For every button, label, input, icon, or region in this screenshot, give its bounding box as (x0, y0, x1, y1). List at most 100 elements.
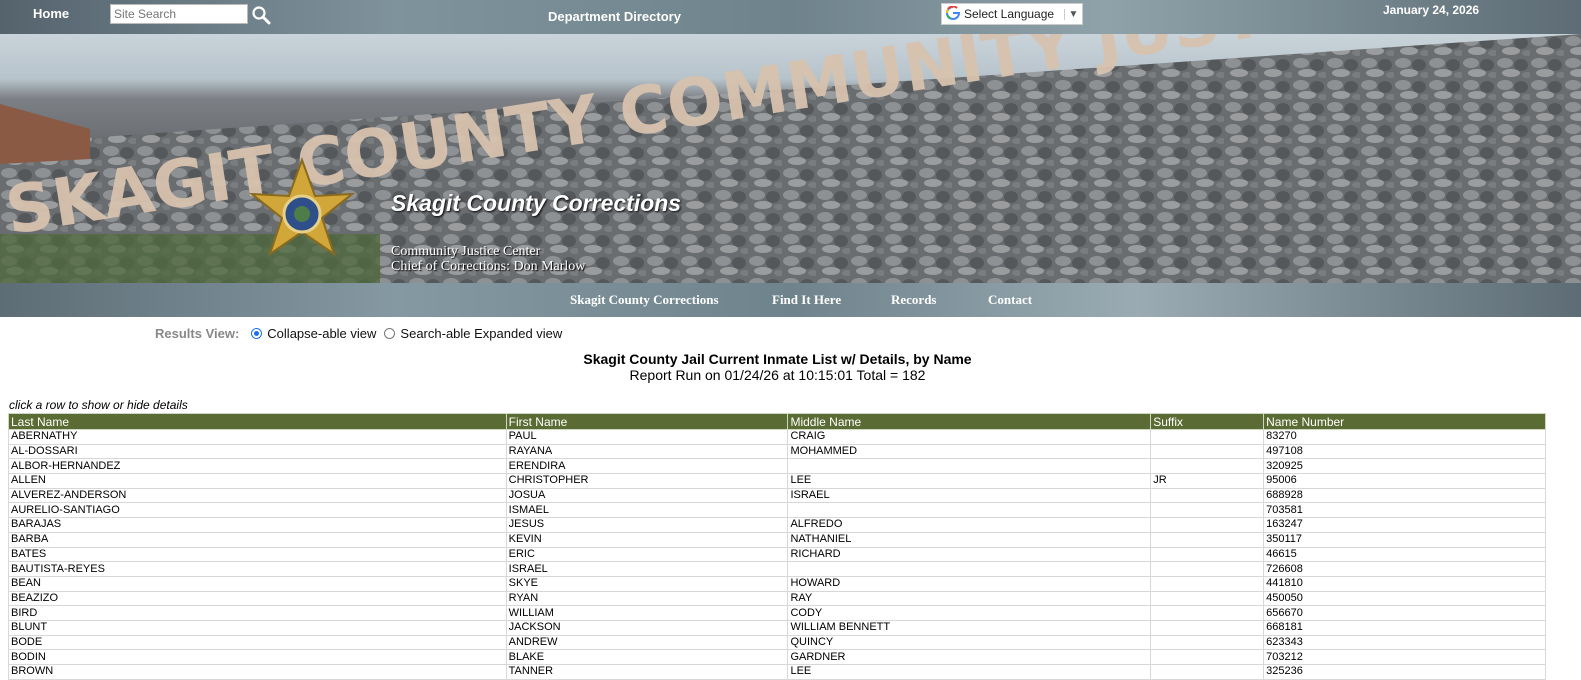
cell-first-name: JESUS (505, 517, 789, 533)
cell-suffix (1150, 502, 1265, 519)
header-middle-name[interactable]: Middle Name (787, 413, 1152, 430)
cell-suffix (1150, 517, 1265, 533)
cell-last-name: BLUNT (8, 619, 507, 636)
cell-last-name: BROWN (8, 664, 507, 680)
cell-suffix (1150, 664, 1265, 680)
table-header-row: Last Name First Name Middle Name Suffix … (8, 413, 1546, 430)
cell-middle-name: CODY (787, 605, 1152, 621)
table-row[interactable]: ALVEREZ-ANDERSON JOSUA ISRAEL 688928 (8, 487, 1546, 504)
table-row[interactable]: ALLEN CHRISTOPHER LEE JR 95006 (8, 473, 1546, 489)
cell-suffix (1150, 605, 1265, 621)
home-link[interactable]: Home (33, 6, 69, 21)
current-date: January 24, 2026 (1383, 3, 1480, 17)
table-row[interactable]: BROWN TANNER LEE 325236 (8, 664, 1546, 680)
language-select-label: Select Language (964, 7, 1055, 21)
table-row[interactable]: BIRD WILLIAM CODY 656670 (8, 605, 1546, 621)
department-directory-link[interactable]: Department Directory (548, 9, 681, 24)
cell-first-name: RYAN (505, 590, 789, 607)
cell-last-name: BARBA (8, 531, 507, 548)
table-row[interactable]: BEAN SKYE HOWARD 441810 (8, 575, 1546, 592)
table-row[interactable]: ABERNATHY PAUL CRAIG 83270 (8, 429, 1546, 445)
radio-unselected-icon[interactable] (384, 328, 396, 339)
banner-subtitle: Community Justice Center Chief of Correc… (391, 244, 585, 274)
header-suffix[interactable]: Suffix (1150, 413, 1265, 430)
results-view-toggle: Results View: Collapse-able view Search-… (155, 326, 570, 341)
cell-last-name: AL-DOSSARI (8, 443, 507, 460)
table-row[interactable]: BODE ANDREW QUINCY 623343 (8, 634, 1546, 651)
cell-middle-name: QUINCY (787, 634, 1152, 651)
table-row[interactable]: BLUNT JACKSON WILLIAM BENNETT 668181 (8, 619, 1546, 636)
cell-suffix (1150, 531, 1265, 548)
justice-center-sign-image: SKAGIT COUNTY COMMUNITY JUSTICE CENTER (0, 34, 1581, 283)
cell-first-name: ANDREW (505, 634, 789, 651)
radio-selected-icon[interactable] (251, 328, 263, 339)
table-row[interactable]: BARAJAS JESUS ALFREDO 163247 (8, 517, 1546, 533)
cell-first-name: PAUL (505, 429, 789, 445)
nav-records[interactable]: Records (891, 292, 937, 308)
cell-last-name: BAUTISTA-REYES (8, 561, 507, 577)
cell-last-name: ALLEN (8, 473, 507, 489)
header-banner: SKAGIT COUNTY COMMUNITY JUSTICE CENTER S… (0, 34, 1581, 283)
collapse-view-radio[interactable]: Collapse-able view (251, 326, 376, 341)
table-row[interactable]: AURELIO-SANTIAGO ISMAEL 703581 (8, 502, 1546, 519)
search-icon[interactable] (251, 5, 271, 25)
main-nav: Skagit County Corrections Find It Here R… (0, 283, 1581, 317)
cell-first-name: JOSUA (505, 487, 789, 504)
cell-middle-name: HOWARD (787, 575, 1152, 592)
table-row[interactable]: BAUTISTA-REYES ISRAEL 726608 (8, 561, 1546, 577)
header-last-name[interactable]: Last Name (8, 413, 507, 430)
top-bar: Home Department Directory Select Languag… (0, 0, 1581, 34)
cell-first-name: TANNER (505, 664, 789, 680)
cell-suffix (1150, 443, 1265, 460)
header-name-number[interactable]: Name Number (1263, 413, 1546, 430)
report-run-info: Report Run on 01/24/26 at 10:15:01 Total… (629, 367, 926, 383)
cell-middle-name (787, 502, 1152, 519)
header-first-name[interactable]: First Name (505, 413, 789, 430)
table-row[interactable]: BATES ERIC RICHARD 46615 (8, 546, 1546, 563)
banner-facility: Community Justice Center (391, 244, 541, 259)
cell-last-name: ALBOR-HERNANDEZ (8, 458, 507, 475)
cell-suffix (1150, 458, 1265, 475)
table-row[interactable]: BARBA KEVIN NATHANIEL 350117 (8, 531, 1546, 548)
cell-first-name: SKYE (505, 575, 789, 592)
chevron-down-icon: ▼ (1064, 8, 1082, 20)
cell-name-number: 623343 (1263, 634, 1546, 651)
cell-suffix (1150, 487, 1265, 504)
cell-middle-name: RICHARD (787, 546, 1152, 563)
table-row[interactable]: BEAZIZO RYAN RAY 450050 (8, 590, 1546, 607)
table-hint: click a row to show or hide details (9, 398, 188, 412)
results-view-label: Results View: (155, 326, 240, 341)
banner-title: Skagit County Corrections (391, 190, 682, 216)
cell-name-number: 325236 (1263, 664, 1546, 680)
cell-last-name: ALVEREZ-ANDERSON (8, 487, 507, 504)
cell-name-number: 350117 (1263, 531, 1546, 548)
nav-find-it-here[interactable]: Find It Here (772, 292, 841, 308)
cell-middle-name: LEE (787, 664, 1152, 680)
cell-last-name: BEAZIZO (8, 590, 507, 607)
nav-contact[interactable]: Contact (988, 292, 1032, 308)
cell-suffix (1150, 575, 1265, 592)
cell-middle-name: MOHAMMED (787, 443, 1152, 460)
cell-suffix (1150, 619, 1265, 636)
cell-middle-name (787, 458, 1152, 475)
expanded-view-label: Search-able Expanded view (400, 326, 563, 341)
cell-suffix (1150, 561, 1265, 577)
cell-suffix (1150, 546, 1265, 563)
table-row[interactable]: ALBOR-HERNANDEZ ERENDIRA 320925 (8, 458, 1546, 475)
cell-middle-name (787, 561, 1152, 577)
cell-middle-name: LEE (787, 473, 1152, 489)
cell-suffix (1150, 649, 1265, 665)
nav-skagit-county-corrections[interactable]: Skagit County Corrections (570, 292, 719, 308)
banner-chief: Chief of Corrections: Don Marlow (391, 259, 586, 274)
expanded-view-radio[interactable]: Search-able Expanded view (384, 326, 562, 341)
cell-middle-name: RAY (787, 590, 1152, 607)
language-select[interactable]: Select Language ▼ (941, 3, 1083, 25)
cell-last-name: ABERNATHY (8, 429, 507, 445)
table-row[interactable]: BODIN BLAKE GARDNER 703212 (8, 649, 1546, 665)
site-search-input[interactable] (110, 4, 248, 24)
cell-middle-name: GARDNER (787, 649, 1152, 665)
table-row[interactable]: AL-DOSSARI RAYANA MOHAMMED 497108 (8, 443, 1546, 460)
cell-name-number: 163247 (1263, 517, 1546, 533)
cell-name-number: 688928 (1263, 487, 1546, 504)
cell-name-number: 83270 (1263, 429, 1546, 445)
